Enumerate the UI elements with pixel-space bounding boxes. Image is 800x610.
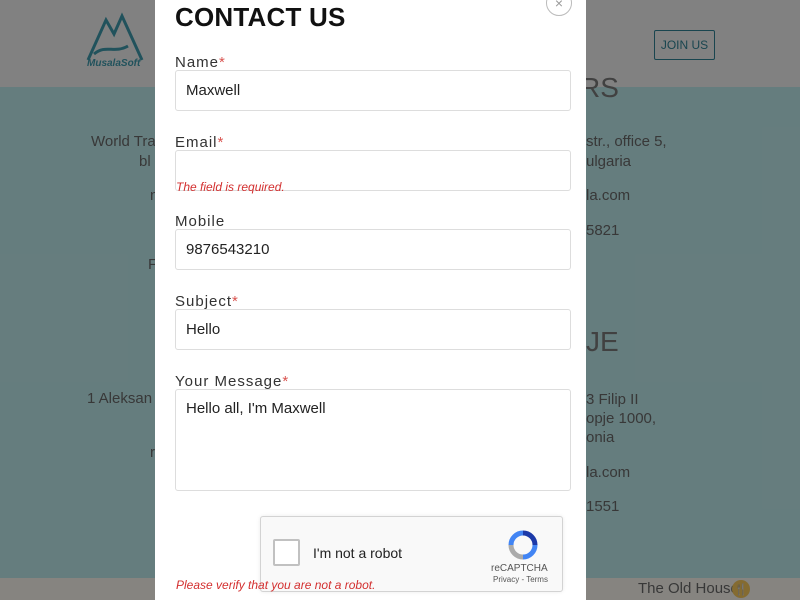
- email-label: Email*: [175, 134, 224, 151]
- recaptcha-logo-icon: [508, 530, 538, 560]
- email-label-text: Email: [175, 134, 218, 151]
- message-label-text: Your Message: [175, 373, 283, 390]
- email-error-message: The field is required.: [176, 180, 285, 194]
- name-label: Name*: [175, 54, 226, 71]
- recaptcha-label: I'm not a robot: [313, 545, 403, 561]
- required-marker: *: [282, 373, 290, 390]
- recaptcha-brand: reCAPTCHA: [491, 563, 548, 574]
- required-marker: *: [217, 134, 225, 151]
- required-marker: *: [219, 54, 226, 71]
- mobile-label-text: Mobile: [175, 213, 226, 230]
- subject-label-text: Subject: [175, 293, 233, 310]
- mobile-label: Mobile: [175, 213, 225, 230]
- modal-title: CONTACT US: [175, 2, 346, 32]
- recaptcha-privacy-terms-link[interactable]: Privacy - Terms: [493, 575, 548, 584]
- contact-modal: CONTACT US × Name* Maxwell Email* The fi…: [155, 0, 586, 610]
- subject-label: Subject*: [175, 293, 239, 310]
- required-marker: *: [232, 293, 239, 310]
- recaptcha-error-message: Please verify that you are not a robot.: [176, 578, 376, 592]
- name-input[interactable]: Maxwell: [175, 70, 571, 111]
- message-label: Your Message*: [175, 373, 289, 390]
- name-label-text: Name: [175, 54, 220, 71]
- message-textarea[interactable]: Hello all, I'm Maxwell: [175, 389, 571, 491]
- mobile-input[interactable]: 9876543210: [175, 229, 571, 270]
- subject-input[interactable]: Hello: [175, 309, 571, 350]
- recaptcha-checkbox[interactable]: [273, 539, 300, 566]
- close-icon[interactable]: ×: [546, 0, 572, 16]
